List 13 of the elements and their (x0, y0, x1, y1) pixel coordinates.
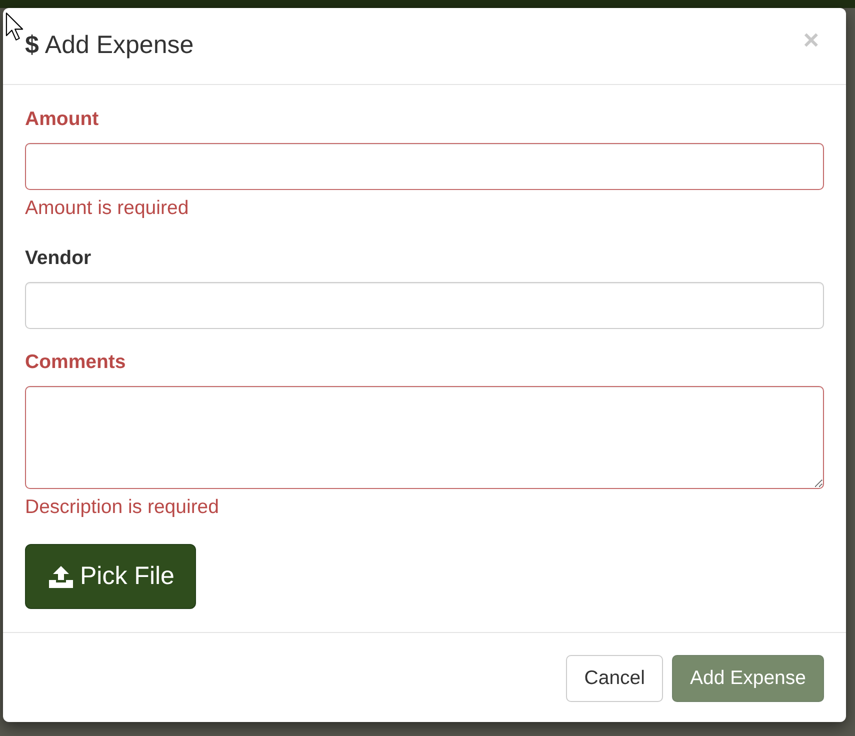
upload-icon (49, 566, 73, 588)
cancel-button[interactable]: Cancel (566, 655, 663, 702)
error-message: Amount is required (25, 196, 189, 221)
field-label: Amount (25, 107, 99, 132)
comments-textarea[interactable] (25, 386, 824, 489)
dollar-icon: $ (25, 29, 39, 62)
field-label: Comments (25, 350, 126, 375)
input-field[interactable] (25, 143, 824, 190)
field-label: Vendor (25, 246, 92, 271)
dialog-title: Add Expense (44, 30, 194, 61)
input-field[interactable] (25, 282, 824, 329)
error-message: Description is required (25, 495, 220, 520)
pick-file-button[interactable]: Pick File (25, 544, 196, 609)
